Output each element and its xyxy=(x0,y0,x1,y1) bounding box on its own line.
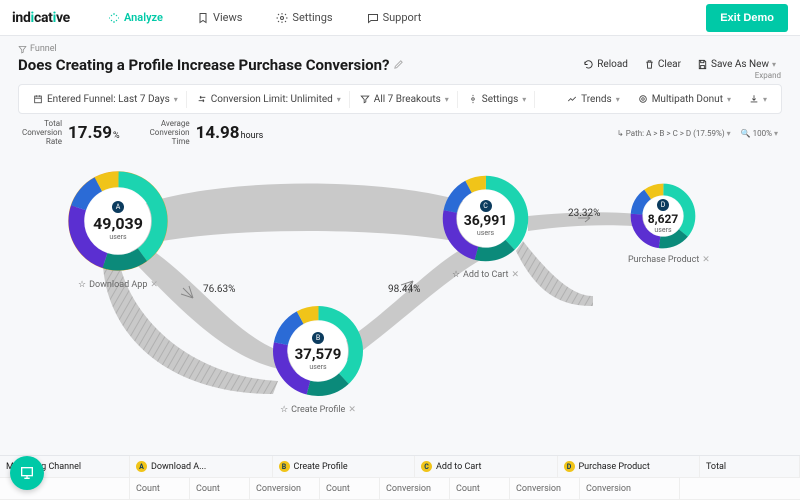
table-header-c[interactable]: CAdd to Cart xyxy=(415,456,558,477)
chevron-down-icon: ▾ xyxy=(727,95,731,104)
node-value: 49,039 xyxy=(93,214,143,233)
gear-icon xyxy=(276,12,288,24)
page-title: Does Creating a Profile Increase Purchas… xyxy=(18,56,404,74)
rate-cd: 23.32% xyxy=(568,208,600,219)
filter-bar: Expand Entered Funnel: Last 7 Days▾ Conv… xyxy=(18,84,782,114)
node-label: Create Profile xyxy=(291,405,345,415)
calendar-icon xyxy=(33,94,43,104)
subhead-conv: Conversion xyxy=(380,478,450,499)
nav-views-label: Views xyxy=(213,11,242,24)
table-header-a[interactable]: ADownload A... xyxy=(130,456,273,477)
funnel-canvas: A 49,039 users ☆Download App ✕ B 37,579 … xyxy=(18,146,782,416)
download-icon xyxy=(749,94,759,104)
nav-views[interactable]: Views xyxy=(183,5,256,30)
nav-support[interactable]: Support xyxy=(353,5,436,30)
sparkle-icon xyxy=(108,12,120,24)
subhead-count: Count xyxy=(450,478,510,499)
filter-settings[interactable]: Settings▾ xyxy=(460,91,536,108)
metrics-row: TotalConversionRate 17.59% AverageConver… xyxy=(0,114,800,146)
rate-ab: 76.63% xyxy=(203,284,235,295)
chevron-down-icon: ▾ xyxy=(522,95,526,104)
subhead-count: Count xyxy=(130,478,190,499)
top-nav: indicative Analyze Views Settings Suppor… xyxy=(0,0,800,36)
path-selector[interactable]: ↳ Path: A > B > C > D (17.59%) ▾ xyxy=(617,129,731,138)
reload-icon xyxy=(583,59,594,70)
breakout-table: Marketing Channel ADownload A... BCreate… xyxy=(0,455,800,500)
chevron-down-icon: ▾ xyxy=(616,95,620,104)
filter-icon xyxy=(360,94,370,104)
node-value: 36,991 xyxy=(464,213,508,229)
node-label: Purchase Product xyxy=(628,255,699,265)
zoom-control[interactable]: 🔍 100% ▾ xyxy=(741,129,778,138)
node-letter: D xyxy=(657,199,669,211)
expand-link[interactable]: Expand xyxy=(755,71,781,80)
trend-icon xyxy=(567,94,577,104)
nav-analyze-label: Analyze xyxy=(124,11,163,24)
save-icon xyxy=(697,59,708,70)
trash-icon xyxy=(644,59,655,70)
exit-demo-button[interactable]: Exit Demo xyxy=(706,4,788,32)
nav-analyze[interactable]: Analyze xyxy=(94,5,177,30)
node-label: Download App xyxy=(89,280,147,290)
table-header-total[interactable]: Total xyxy=(700,456,800,477)
close-icon[interactable]: ✕ xyxy=(702,255,710,265)
star-icon: ☆ xyxy=(78,280,86,290)
node-letter: C xyxy=(480,200,492,212)
close-icon[interactable]: ✕ xyxy=(150,280,158,290)
help-fab[interactable] xyxy=(10,456,44,490)
node-letter: B xyxy=(312,332,324,344)
subhead-conv: Conversion xyxy=(580,478,680,499)
metric-conversion-rate: TotalConversionRate 17.59% xyxy=(22,120,120,146)
donut-icon xyxy=(638,94,648,104)
subhead-conv: Conversion xyxy=(510,478,580,499)
chevron-down-icon: ▾ xyxy=(763,95,767,104)
download-button[interactable]: ▾ xyxy=(741,91,775,107)
close-icon[interactable]: ✕ xyxy=(511,270,519,280)
funnel-node-c[interactable]: C 36,991 users ☆Add to Cart ✕ xyxy=(438,171,533,280)
bookmark-icon xyxy=(197,12,209,24)
node-value: 37,579 xyxy=(295,345,342,363)
chevron-down-icon: ▾ xyxy=(445,95,449,104)
logo: indicative xyxy=(12,10,70,26)
funnel-node-a[interactable]: A 49,039 users ☆Download App ✕ xyxy=(63,166,173,290)
star-icon: ☆ xyxy=(452,270,460,280)
filter-entered[interactable]: Entered Funnel: Last 7 Days▾ xyxy=(25,91,187,108)
filter-trends[interactable]: Trends▾ xyxy=(559,91,628,108)
table-header-b[interactable]: BCreate Profile xyxy=(273,456,416,477)
nav-settings[interactable]: Settings xyxy=(262,5,346,30)
gear-icon xyxy=(468,94,478,104)
breadcrumb[interactable]: Funnel xyxy=(18,44,404,54)
subhead-count: Count xyxy=(190,478,250,499)
filter-viz[interactable]: Multipath Donut▾ xyxy=(630,91,739,108)
chevron-down-icon: ▾ xyxy=(772,60,776,69)
title-bar: Funnel Does Creating a Profile Increase … xyxy=(0,36,800,80)
subhead-count: Count xyxy=(320,478,380,499)
swap-icon xyxy=(197,94,207,104)
funnel-icon xyxy=(18,45,27,54)
close-icon[interactable]: ✕ xyxy=(348,405,356,415)
metric-conversion-time: AverageConversionTime 14.98hours xyxy=(150,120,264,146)
node-label: Add to Cart xyxy=(463,270,508,280)
filter-breakouts[interactable]: All 7 Breakouts▾ xyxy=(352,91,458,108)
nav-settings-label: Settings xyxy=(292,11,332,24)
chat-icon xyxy=(367,12,379,24)
chevron-down-icon: ▾ xyxy=(174,95,178,104)
presentation-icon xyxy=(19,465,35,481)
chevron-down-icon: ▾ xyxy=(337,95,341,104)
node-value: 8,627 xyxy=(648,212,679,226)
nav-support-label: Support xyxy=(383,11,422,24)
filter-limit[interactable]: Conversion Limit: Unlimited▾ xyxy=(189,91,350,108)
pencil-icon[interactable] xyxy=(393,59,404,70)
table-header-d[interactable]: DPurchase Product xyxy=(558,456,701,477)
subhead-conv: Conversion xyxy=(250,478,320,499)
funnel-node-b[interactable]: B 37,579 users ☆Create Profile ✕ xyxy=(268,301,368,415)
rate-bc: 98.44% xyxy=(388,284,420,295)
funnel-node-d[interactable]: D 8,627 users Purchase Product ✕ xyxy=(628,181,710,265)
reload-button[interactable]: Reload xyxy=(577,55,634,74)
clear-button[interactable]: Clear xyxy=(638,55,687,74)
node-letter: A xyxy=(112,201,124,213)
star-icon: ☆ xyxy=(280,405,288,415)
